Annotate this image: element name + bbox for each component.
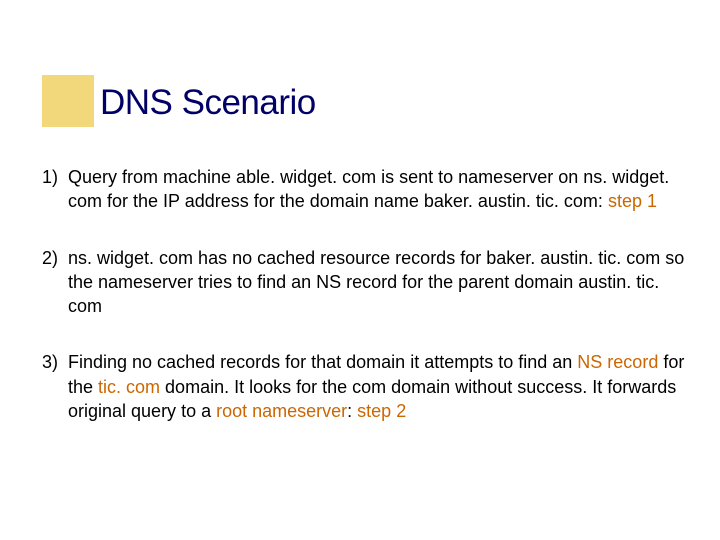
content-list: 1) Query from machine able. widget. com … — [38, 165, 698, 455]
list-text-2: ns. widget. com has no cached resource r… — [68, 246, 698, 319]
body-text: : — [347, 401, 357, 421]
body-text: ns. widget. com has no cached resource r… — [68, 248, 684, 317]
highlight-text: step 1 — [608, 191, 657, 211]
list-text-1: Query from machine able. widget. com is … — [68, 165, 698, 214]
accent-box — [42, 75, 94, 127]
body-text: Query from machine able. widget. com is … — [68, 167, 669, 211]
list-item: 2) ns. widget. com has no cached resourc… — [38, 246, 698, 319]
highlight-text: step 2 — [357, 401, 406, 421]
list-item: 3) Finding no cached records for that do… — [38, 350, 698, 423]
list-number: 1) — [38, 165, 68, 214]
list-number: 2) — [38, 246, 68, 319]
slide-title: DNS Scenario — [100, 83, 316, 123]
list-item: 1) Query from machine able. widget. com … — [38, 165, 698, 214]
highlight-text: root nameserver — [216, 401, 347, 421]
body-text: Finding no cached records for that domai… — [68, 352, 577, 372]
list-number: 3) — [38, 350, 68, 423]
list-text-3: Finding no cached records for that domai… — [68, 350, 698, 423]
highlight-text: NS record — [577, 352, 658, 372]
highlight-text: tic. com — [98, 377, 160, 397]
